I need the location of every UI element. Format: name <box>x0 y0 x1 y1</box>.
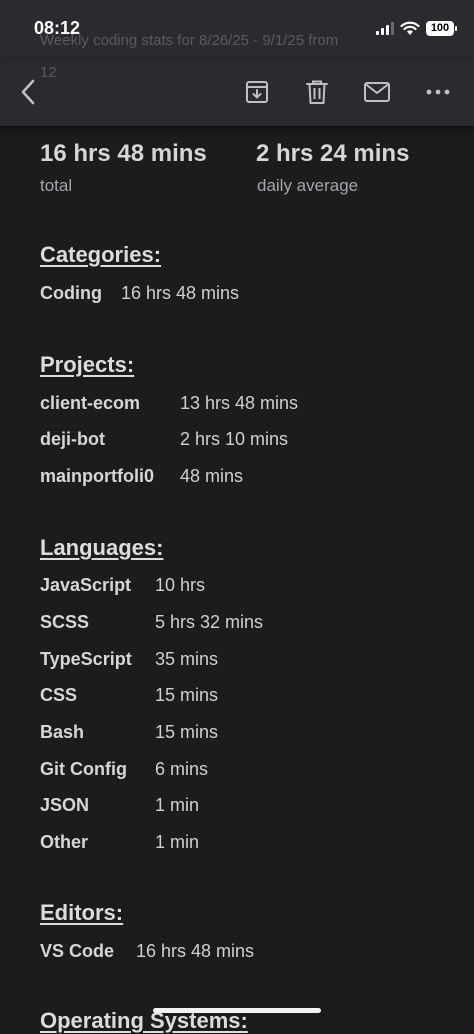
chevron-left-icon <box>21 79 35 105</box>
language-time: 5 hrs 32 mins <box>155 612 264 632</box>
project-time: 13 hrs 48 mins <box>180 393 299 413</box>
status-icons: 100 <box>376 18 457 38</box>
category-name: Coding <box>40 283 102 303</box>
battery-icon: 100 <box>426 20 457 36</box>
language-name: CSS <box>40 685 78 705</box>
language-time: 6 mins <box>155 759 209 779</box>
editor-time: 16 hrs 48 mins <box>136 941 255 961</box>
category-time: 16 hrs 48 mins <box>121 283 240 303</box>
language-time: 1 min <box>155 795 200 815</box>
trash-icon <box>306 80 328 104</box>
language-name: SCSS <box>40 612 90 632</box>
wifi-icon <box>400 21 420 35</box>
language-name: Git Config <box>40 759 127 779</box>
editors-heading: Editors: <box>40 900 124 925</box>
project-name: deji-bot <box>40 429 105 449</box>
language-name: Other <box>40 832 89 852</box>
language-time: 35 mins <box>155 649 219 669</box>
language-name: Bash <box>40 722 85 742</box>
archive-button[interactable] <box>239 74 275 110</box>
project-time: 48 mins <box>180 466 244 486</box>
language-time: 10 hrs <box>155 575 206 595</box>
editor-name: VS Code <box>40 941 115 961</box>
project-name: client-ecom <box>40 393 141 413</box>
mark-unread-button[interactable] <box>359 74 395 110</box>
status-bar: 08:12 Weekly coding stats for 8/26/25 - … <box>0 0 474 60</box>
cellular-signal-icon <box>376 21 394 35</box>
home-indicator[interactable] <box>153 1008 321 1013</box>
total-time-value: 16 hrs 48 mins <box>40 140 207 167</box>
categories-heading: Categories: <box>40 242 162 267</box>
daily-average-value: 2 hrs 24 mins <box>256 140 410 167</box>
background-email-text: Weekly coding stats for 8/26/25 - 9/1/25… <box>40 32 339 49</box>
language-time: 1 min <box>155 832 200 852</box>
total-time-label: total <box>40 176 73 195</box>
language-name: JSON <box>40 795 90 815</box>
language-time: 15 mins <box>155 685 219 705</box>
project-time: 2 hrs 10 mins <box>180 429 289 449</box>
archive-icon <box>246 81 268 103</box>
more-options-button[interactable] <box>420 74 456 110</box>
language-name: TypeScript <box>40 649 132 669</box>
more-horizontal-icon <box>426 89 450 95</box>
delete-button[interactable] <box>299 74 335 110</box>
languages-heading: Languages: <box>40 535 164 560</box>
mail-icon <box>364 82 390 102</box>
projects-heading: Projects: <box>40 352 135 377</box>
email-toolbar: 12 <box>0 60 474 126</box>
language-time: 15 mins <box>155 722 219 742</box>
language-name: JavaScript <box>40 575 132 595</box>
daily-average-label: daily average <box>257 176 359 195</box>
back-button[interactable] <box>10 74 46 110</box>
project-name: mainportfoli0 <box>40 466 155 486</box>
